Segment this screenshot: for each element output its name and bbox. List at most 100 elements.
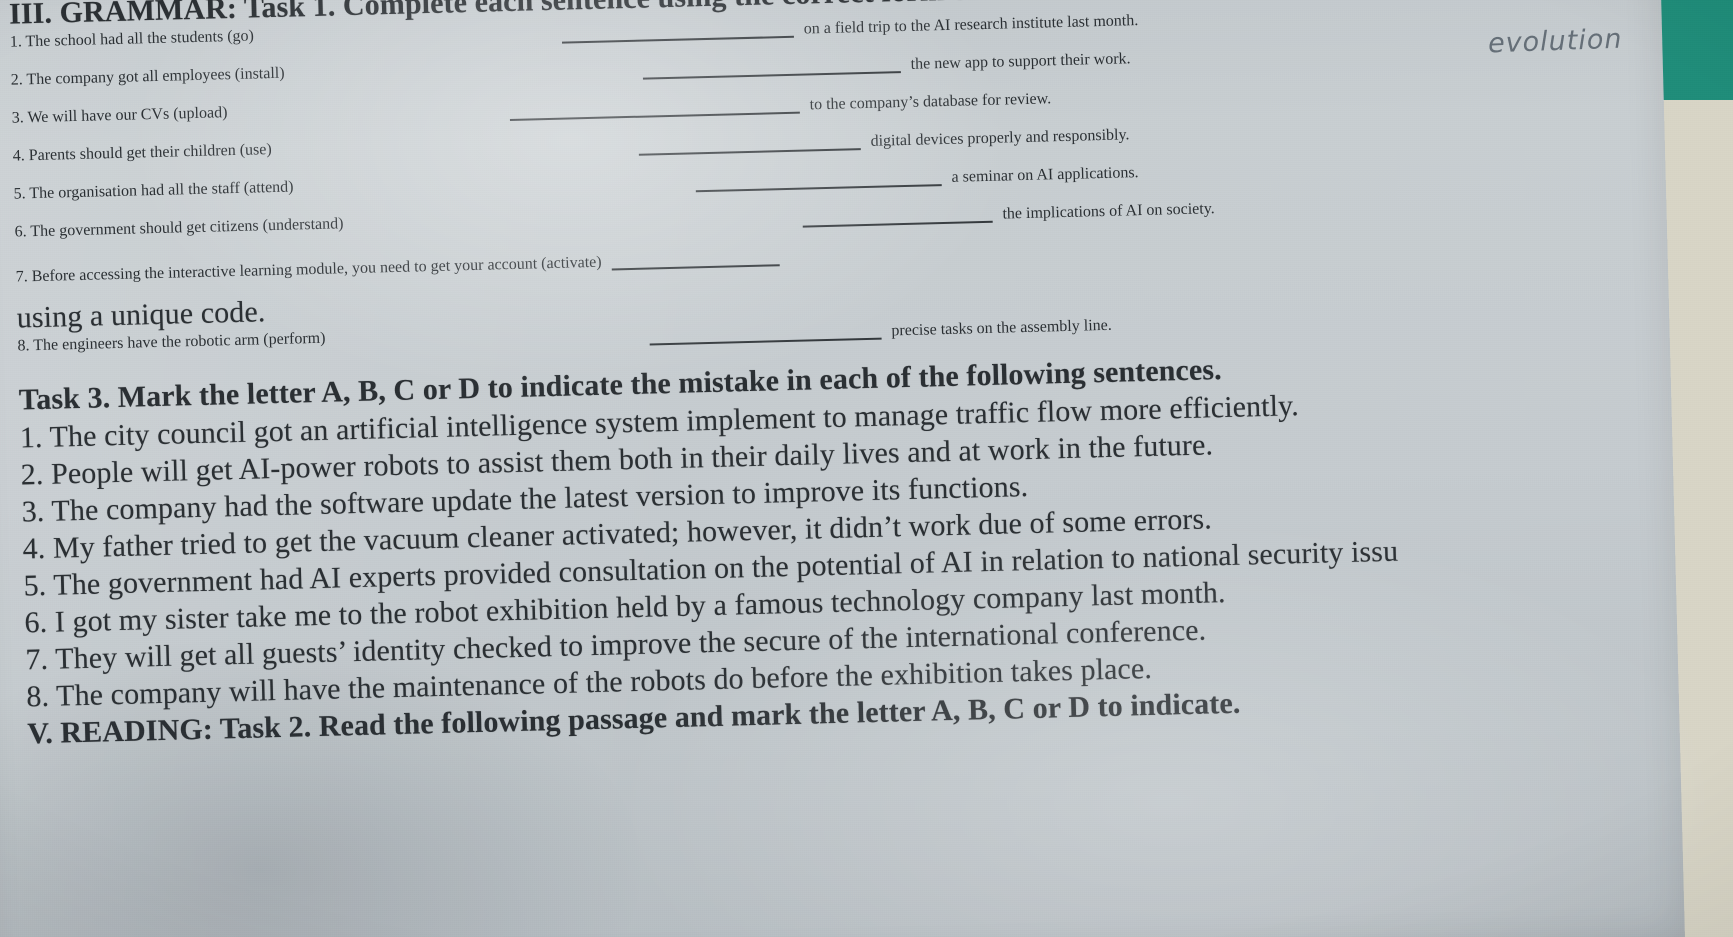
plain-text: ; however, it [670, 512, 830, 550]
underlined-choice[interactable]: will get [124, 639, 216, 674]
plain-text: some errors. [1054, 502, 1213, 540]
underlined-choice[interactable]: efficiently [1169, 389, 1292, 425]
answer-blank[interactable] [611, 242, 780, 271]
plain-text: before the exhibition [743, 655, 1012, 696]
answer-blank[interactable] [695, 162, 942, 193]
underlined-choice[interactable]: provided [443, 556, 551, 592]
underlined-choice[interactable]: identity [353, 633, 446, 668]
underlined-choice[interactable]: takes [1010, 654, 1073, 689]
item-number: 8. [25, 679, 50, 714]
underlined-choice[interactable]: had [259, 562, 303, 596]
answer-blank[interactable] [649, 315, 882, 346]
underlined-choice[interactable]: get [195, 453, 233, 487]
plain-text: city council [96, 415, 255, 453]
underlined-choice[interactable]: checked [453, 630, 553, 665]
underlined-choice[interactable]: functions [908, 470, 1021, 506]
plain-text: The company will [55, 673, 284, 713]
handwritten-answer-evolution: evolution [1487, 23, 1623, 60]
worksheet-photo: of autonomous vehicles. (EVOLVE) III. GR… [0, 0, 1733, 937]
plain-text: The company [51, 490, 225, 528]
item-tail-text: a seminar on AI applications. [951, 164, 1139, 186]
item-number: 8. [17, 337, 30, 355]
underlined-choice[interactable]: update [431, 483, 512, 518]
item-tail-text: precise tasks on the assembly line. [891, 316, 1112, 340]
plain-text: to improve the [551, 625, 744, 664]
plain-text: due [970, 506, 1030, 542]
item-tail-text: to the company’s database for review. [809, 90, 1052, 114]
underlined-choice[interactable]: to assist [446, 445, 544, 480]
plain-text: People will [50, 454, 196, 491]
item-number: 7. [15, 268, 28, 286]
item-number: 5. [23, 568, 47, 603]
plain-text: . [1020, 470, 1029, 504]
underlined-choice[interactable]: daily [774, 438, 835, 473]
answer-blank[interactable] [642, 49, 901, 80]
item-number: 6. [24, 605, 48, 640]
item-stem-text: Before accessing the interactive learnin… [31, 253, 602, 286]
underlined-choice[interactable]: technology [831, 583, 966, 619]
item-tail-text: on a field trip to the AI research insti… [803, 12, 1139, 38]
plain-text: the software [267, 485, 433, 523]
item-number: 6. [14, 223, 27, 241]
plain-text: national [1134, 538, 1249, 575]
item-number: 1. [19, 420, 43, 455]
worksheet-text-layer: of autonomous vehicles. (EVOLVE) III. GR… [0, 0, 1733, 754]
plain-text: version to improve its [627, 473, 909, 514]
plain-text: robots [355, 447, 448, 483]
plain-text: . [1290, 389, 1300, 423]
plain-text: the [340, 671, 394, 706]
item-number: 4. [12, 147, 25, 165]
underlined-choice[interactable]: implement [686, 401, 816, 437]
plain-text: place. [1072, 651, 1153, 687]
item-number: 3. [11, 109, 24, 127]
plain-text: My father tried to [52, 526, 276, 565]
plain-text: of the robots [544, 663, 714, 701]
answer-blank[interactable] [561, 13, 794, 44]
item-number: 3. [21, 494, 45, 529]
underlined-choice[interactable]: maintenance [392, 667, 545, 704]
answer-blank[interactable] [802, 198, 993, 228]
underlined-choice[interactable]: got [253, 415, 292, 449]
underlined-choice[interactable]: to [1111, 541, 1135, 575]
underlined-choice[interactable]: get [274, 525, 312, 559]
underlined-choice[interactable]: activated [561, 516, 671, 552]
underlined-choice[interactable]: didn’t work [829, 508, 971, 545]
plain-text: the robot exhibition [361, 591, 617, 631]
item-number: 2. [10, 71, 24, 89]
plain-text: all guests’ [216, 635, 354, 672]
underlined-choice[interactable]: to [338, 598, 362, 632]
underlined-choice[interactable]: have [283, 672, 341, 706]
plain-text: by a famous [667, 586, 832, 624]
item-number: 5. [13, 185, 26, 203]
plain-text: my sister take me [110, 598, 340, 638]
plain-text: them both in their [542, 439, 775, 479]
underlined-choice[interactable]: of [1029, 506, 1055, 540]
item-number: 1. [9, 33, 23, 51]
underlined-choice[interactable]: secure [743, 623, 821, 658]
plain-text: the vacuum cleaner [311, 518, 563, 559]
underlined-choice[interactable]: The [49, 420, 97, 454]
underlined-choice[interactable]: had [224, 489, 268, 523]
item-number: 2. [20, 457, 44, 492]
plain-text: company last month. [964, 576, 1226, 616]
plain-text: They [54, 640, 126, 676]
item-tail-text: digital devices properly and responsibly… [870, 126, 1130, 150]
underlined-choice[interactable]: got [72, 604, 111, 638]
plain-text: AI experts [302, 558, 445, 596]
underlined-choice[interactable]: security [1247, 536, 1344, 571]
plain-text: issu [1342, 534, 1399, 570]
plain-text: The government [52, 563, 261, 602]
underlined-choice[interactable]: do [713, 662, 744, 696]
item-tail-text: the implications of AI on society. [1002, 200, 1215, 223]
item-number: 4. [22, 531, 46, 566]
plain-text: I [54, 605, 73, 639]
item-stem-text: We will have our CVs (upload) [27, 104, 228, 127]
underlined-choice[interactable]: held [616, 590, 669, 624]
item-tail-text: the new app to support their work. [910, 50, 1131, 73]
item-wrap-text: using a unique code. [16, 295, 266, 335]
underlined-choice[interactable]: latest [564, 480, 629, 515]
answer-blank[interactable] [638, 126, 861, 156]
item-number: 7. [25, 642, 49, 677]
underlined-choice[interactable]: AI-power [238, 450, 356, 486]
plain-text: the [511, 481, 565, 517]
